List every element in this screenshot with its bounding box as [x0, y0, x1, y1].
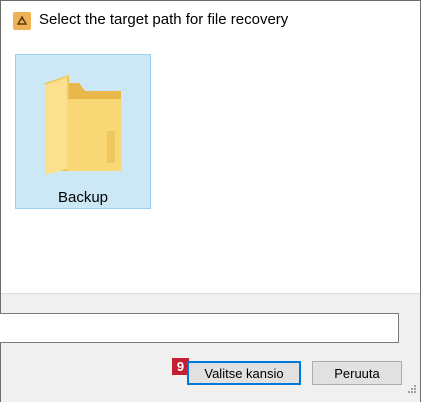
folder-icon	[39, 71, 127, 180]
folder-view: Backup	[1, 41, 420, 293]
folder-item-backup[interactable]: Backup	[15, 54, 151, 209]
file-recovery-dialog: Select the target path for file recovery…	[0, 0, 421, 402]
folder-label: Backup	[57, 189, 109, 206]
dialog-title: Select the target path for file recovery	[39, 11, 289, 28]
dialog-footer: 9 Valitse kansio Peruuta	[0, 293, 420, 402]
cancel-button[interactable]: Peruuta	[312, 361, 402, 385]
resize-grip-icon[interactable]	[407, 381, 417, 399]
folder-path-input[interactable]	[0, 313, 399, 343]
select-folder-button[interactable]: Valitse kansio	[187, 361, 301, 385]
title-bar: Select the target path for file recovery	[1, 1, 420, 39]
app-icon	[13, 12, 31, 30]
